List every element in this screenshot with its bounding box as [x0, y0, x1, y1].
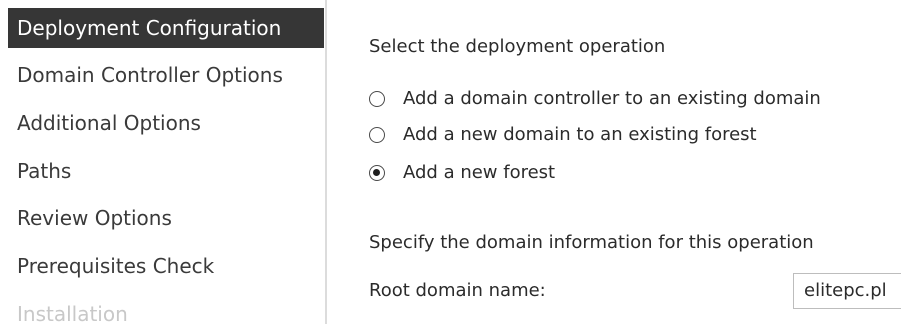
wizard-sidebar: Deployment Configuration Domain Controll… [0, 0, 324, 324]
operation-heading: Select the deployment operation [369, 36, 666, 57]
sidebar-item-installation: Installation [17, 302, 128, 324]
radio-button[interactable] [369, 127, 385, 143]
radio-label: Add a domain controller to an existing d… [403, 88, 821, 109]
sidebar-item-paths[interactable]: Paths [8, 151, 324, 191]
root-domain-input[interactable]: elitepc.pl [793, 273, 901, 309]
domain-info-heading: Specify the domain information for this … [369, 232, 814, 253]
radio-label: Add a new forest [403, 162, 556, 183]
radio-selected-dot [373, 169, 380, 176]
radio-button[interactable] [369, 91, 385, 107]
main-panel: Select the deployment operation Add a do… [327, 0, 901, 324]
root-domain-label: Root domain name: [369, 280, 546, 301]
sidebar-item-prerequisites-check[interactable]: Prerequisites Check [8, 246, 324, 286]
sidebar-item-domain-controller-options[interactable]: Domain Controller Options [8, 55, 324, 95]
sidebar-item-review-options[interactable]: Review Options [8, 198, 324, 238]
radio-button-selected[interactable] [369, 165, 385, 181]
sidebar-item-additional-options[interactable]: Additional Options [8, 103, 324, 143]
sidebar-item-deployment-configuration[interactable]: Deployment Configuration [8, 8, 324, 48]
radio-label: Add a new domain to an existing forest [403, 124, 757, 145]
deployment-configuration-page: Deployment Configuration Domain Controll… [0, 0, 901, 324]
